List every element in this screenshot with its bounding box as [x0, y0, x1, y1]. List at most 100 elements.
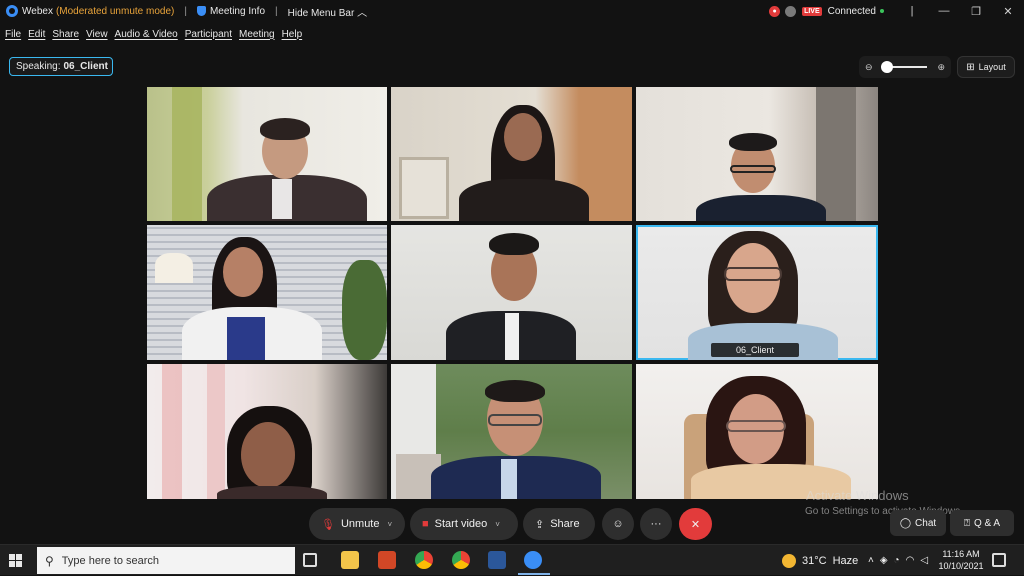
hide-menu-bar-button[interactable]: Hide Menu Bar ︿ — [288, 4, 367, 19]
acrobat-icon[interactable]: ◈ — [880, 555, 894, 566]
speaking-name: 06_Client — [63, 61, 108, 72]
video-tile-3[interactable] — [636, 87, 878, 221]
system-tray: ˄ ◈ ◔ ◠ ◁ — [868, 545, 934, 576]
menu-participant[interactable]: Participant — [185, 29, 232, 40]
share-icon: ⇪ — [535, 518, 545, 531]
chrome-icon[interactable] — [415, 551, 433, 569]
participant-video — [696, 195, 826, 221]
connection-status: Connected — [827, 5, 876, 17]
record-icon[interactable]: ● — [769, 5, 781, 17]
menu-help[interactable]: Help — [282, 29, 303, 40]
separator: | — [184, 5, 187, 17]
unmute-label: Unmute — [340, 518, 380, 530]
task-view-icon[interactable] — [303, 553, 317, 567]
menu-edit[interactable]: Edit — [28, 29, 45, 40]
chevron-down-icon[interactable]: ˅ — [388, 520, 393, 529]
search-icon: ⚲ — [45, 553, 54, 568]
speaking-prefix: Speaking: — [16, 61, 61, 72]
clock-time: 11:16 AM — [942, 549, 980, 559]
webex-logo-icon — [6, 5, 18, 17]
video-tile-5[interactable] — [391, 225, 632, 360]
volume-icon[interactable]: ◁ — [920, 555, 934, 566]
chat-icon: ◯ — [899, 517, 912, 529]
separator: | — [275, 5, 278, 17]
smiley-icon: ☺ — [612, 518, 624, 530]
speaker-name-tag: 06_Client — [711, 343, 800, 357]
chat-label: Chat — [915, 517, 937, 529]
video-tile-9[interactable] — [636, 364, 878, 499]
activate-windows-title: Activate Windows — [806, 488, 909, 503]
zoom-slider[interactable] — [881, 61, 927, 73]
video-tile-4[interactable] — [147, 225, 387, 360]
microphone-muted-icon: 🎙 — [321, 518, 335, 531]
menu-view[interactable]: View — [86, 29, 108, 40]
windows-start-icon[interactable] — [9, 554, 22, 567]
shield-icon — [196, 6, 206, 16]
close-icon: ✕ — [690, 518, 701, 531]
video-tile-8[interactable] — [391, 364, 632, 499]
minimize-button[interactable]: — — [928, 5, 960, 17]
speaking-indicator[interactable]: Speaking: 06_Client — [9, 57, 113, 76]
grid-icon: ⊞ — [966, 61, 975, 73]
video-tile-7[interactable] — [147, 364, 387, 499]
video-tile-1[interactable] — [147, 87, 387, 221]
chevron-up-icon[interactable]: ˄ — [868, 555, 880, 566]
video-tile-2[interactable] — [391, 87, 632, 221]
more-icon: ··· — [650, 518, 662, 530]
weather-widget[interactable]: 31°C Haze — [782, 545, 858, 576]
restore-button[interactable]: ❐ — [960, 5, 992, 18]
start-video-label: Start video — [434, 518, 488, 530]
menu-file[interactable]: File — [5, 29, 21, 40]
layout-label: Layout — [978, 62, 1006, 72]
windows-taskbar: ⚲ Type here to search 31°C Haze ˄ ◈ ◔ ◠ … — [0, 544, 1024, 575]
network-icon[interactable]: ◔ — [894, 555, 906, 566]
leave-meeting-button[interactable]: ✕ — [679, 508, 712, 540]
more-options-button[interactable]: ··· — [640, 508, 672, 540]
share-button[interactable]: ⇪ Share — [523, 508, 595, 540]
menu-bar: File Edit Share View Audio & Video Parti… — [0, 25, 304, 43]
wifi-icon[interactable]: ◠ — [906, 555, 921, 566]
menu-audio-video[interactable]: Audio & Video — [115, 29, 178, 40]
weather-desc: Haze — [832, 554, 859, 567]
participant-video — [217, 486, 327, 499]
zoom-in-icon[interactable]: ⊕ — [937, 62, 945, 73]
qa-icon: ⍰ — [963, 517, 970, 529]
webex-taskbar-icon[interactable] — [524, 551, 542, 569]
chrome-profile-icon[interactable] — [452, 551, 470, 569]
title-bar: Webex (Moderated unmute mode) | Meeting … — [0, 0, 1024, 22]
video-tile-active-speaker[interactable]: 06_Client — [636, 225, 878, 360]
unmute-button[interactable]: 🎙 Unmute ˅ — [309, 508, 405, 540]
zoom-slider-handle[interactable] — [881, 61, 893, 73]
zoom-out-icon[interactable]: ⊖ — [865, 62, 873, 73]
clock-date: 10/10/2021 — [938, 561, 984, 571]
app-name: Webex — [22, 5, 53, 17]
search-placeholder: Type here to search — [61, 554, 160, 567]
moderated-mode-label: (Moderated unmute mode) — [55, 5, 175, 17]
chevron-up-icon: ︿ — [357, 7, 368, 19]
share-label: Share — [550, 518, 580, 530]
separator: | — [910, 5, 914, 17]
taskbar-clock[interactable]: 11:16 AM 10/10/2021 — [936, 548, 986, 572]
connection-dot-icon — [880, 9, 884, 13]
menu-share[interactable]: Share — [52, 29, 79, 40]
reactions-button[interactable]: ☺ — [602, 508, 634, 540]
close-window-button[interactable]: ✕ — [992, 5, 1024, 18]
layout-button[interactable]: ⊞ Layout — [957, 56, 1015, 78]
chat-button[interactable]: ◯ Chat — [890, 510, 946, 536]
live-badge: LIVE — [802, 6, 822, 16]
hide-menu-bar-label: Hide Menu Bar — [287, 7, 355, 19]
taskbar-search-box[interactable]: ⚲ Type here to search — [37, 547, 295, 574]
start-video-button[interactable]: ■ Start video ˅ — [410, 508, 518, 540]
word-icon[interactable] — [488, 551, 506, 569]
file-explorer-icon[interactable] — [341, 551, 359, 569]
chevron-down-icon[interactable]: ˅ — [495, 520, 500, 529]
weather-sun-icon — [782, 553, 796, 568]
camera-off-icon: ■ — [422, 518, 429, 530]
meeting-info-button[interactable]: Meeting Info — [210, 6, 265, 17]
zoom-control[interactable]: ⊖ ⊕ — [859, 56, 951, 78]
menu-meeting[interactable]: Meeting — [239, 29, 275, 40]
pause-icon[interactable] — [785, 5, 797, 17]
notification-icon[interactable] — [992, 553, 1006, 567]
powerpoint-icon[interactable] — [378, 551, 396, 569]
qa-button[interactable]: ⍰ Q & A — [950, 510, 1014, 536]
